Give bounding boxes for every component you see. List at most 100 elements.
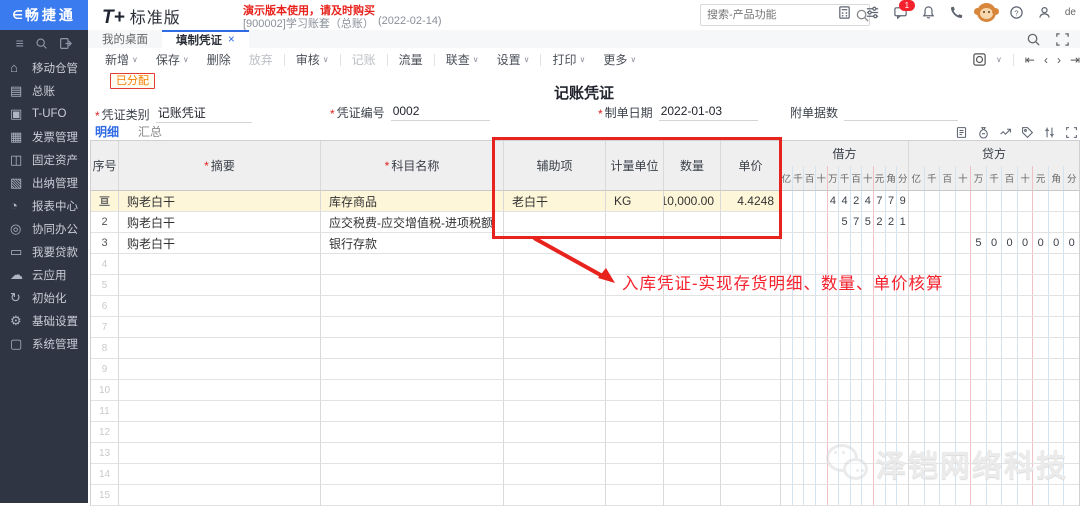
sidebar-item-t-ufo[interactable]: ▣ T-UFO xyxy=(0,102,88,125)
cell-unit[interactable] xyxy=(606,401,664,422)
fullscreen-icon[interactable] xyxy=(1055,32,1070,47)
cell-aux[interactable] xyxy=(504,233,606,254)
field-value[interactable] xyxy=(844,104,958,121)
sidebar-item-collaboration-office[interactable]: ◎ 协同办公 xyxy=(0,217,88,240)
cell-aux[interactable] xyxy=(504,401,606,422)
cell-unit[interactable] xyxy=(606,233,664,254)
tab-my-desktop[interactable]: 我的桌面 xyxy=(88,30,162,48)
cell-aux[interactable] xyxy=(504,212,606,233)
moneybag-icon[interactable] xyxy=(977,126,990,139)
toolbar-button-联查[interactable]: 联查∨ xyxy=(437,51,488,68)
cell-price[interactable] xyxy=(721,422,781,443)
cell-price[interactable] xyxy=(721,212,781,233)
cell-unit[interactable] xyxy=(606,443,664,464)
cell-price[interactable] xyxy=(721,317,781,338)
cell-price[interactable] xyxy=(721,233,781,254)
cell-qty[interactable] xyxy=(664,380,721,401)
sidebar-item-general-ledger[interactable]: ▤ 总账 xyxy=(0,79,88,102)
attachment-doc-icon[interactable] xyxy=(955,126,968,139)
cell-credit[interactable]: 5000000 xyxy=(909,233,1079,254)
sidebar-item-system-management[interactable]: ▢ 系统管理 xyxy=(0,332,88,355)
cell-price[interactable] xyxy=(721,338,781,359)
cell-account[interactable] xyxy=(321,338,504,359)
toolbar-button-删除[interactable]: 删除 xyxy=(198,51,240,68)
cell-price[interactable] xyxy=(721,296,781,317)
cell-summary[interactable] xyxy=(119,380,321,401)
cell-unit[interactable] xyxy=(606,317,664,338)
cell-qty[interactable] xyxy=(664,296,721,317)
toolbar-button-更多[interactable]: 更多∨ xyxy=(594,51,645,68)
cell-summary[interactable]: 购老白干 xyxy=(119,191,321,212)
cell-debit[interactable] xyxy=(781,338,909,359)
cell-unit[interactable] xyxy=(606,359,664,380)
cell-aux[interactable] xyxy=(504,254,606,275)
cell-price[interactable]: 4.4248 xyxy=(721,191,781,212)
cell-qty[interactable] xyxy=(664,233,721,254)
cell-unit[interactable] xyxy=(606,338,664,359)
sidebar-item-loan[interactable]: ▭ 我要贷款 xyxy=(0,240,88,263)
sidebar-item-cloud-app[interactable]: ☁ 云应用 xyxy=(0,263,88,286)
cell-account[interactable] xyxy=(321,380,504,401)
next-page-icon[interactable]: › xyxy=(1057,53,1061,67)
cell-account[interactable] xyxy=(321,443,504,464)
toolbar-button-审核[interactable]: 审核∨ xyxy=(287,51,338,68)
cell-account[interactable] xyxy=(321,422,504,443)
cell-account[interactable] xyxy=(321,464,504,485)
cell-credit[interactable] xyxy=(909,296,1079,317)
bell-icon[interactable] xyxy=(921,5,936,20)
app-logo[interactable]: ∈ 畅捷通 xyxy=(0,0,88,30)
table-row[interactable]: 9 xyxy=(91,359,1079,380)
search-input[interactable] xyxy=(701,9,855,21)
checklist-icon[interactable] xyxy=(865,5,880,20)
cell-account[interactable] xyxy=(321,254,504,275)
cell-account[interactable] xyxy=(321,275,504,296)
toolbar-button-设置[interactable]: 设置∨ xyxy=(488,51,539,68)
username-label[interactable]: de xyxy=(1065,7,1076,18)
tab-fill-voucher[interactable]: 填制凭证× xyxy=(162,30,249,48)
cell-qty[interactable]: 10,000.00 xyxy=(664,191,721,212)
sidebar-item-invoice-management[interactable]: ▦ 发票管理 xyxy=(0,125,88,148)
last-page-icon[interactable]: ⇥ xyxy=(1070,53,1080,67)
cell-summary[interactable] xyxy=(119,422,321,443)
message-icon[interactable]: 1 xyxy=(893,5,908,20)
cell-debit[interactable] xyxy=(781,401,909,422)
cell-debit[interactable] xyxy=(781,422,909,443)
page-search-icon[interactable] xyxy=(1026,32,1041,47)
cell-price[interactable] xyxy=(721,359,781,380)
cell-aux[interactable] xyxy=(504,317,606,338)
collapse-exit-icon[interactable] xyxy=(59,37,72,50)
stamp-caret-icon[interactable]: ∨ xyxy=(996,55,1002,64)
cell-qty[interactable] xyxy=(664,464,721,485)
cell-account[interactable]: 库存商品 xyxy=(321,191,504,212)
voucher-stamp-icon[interactable] xyxy=(972,52,987,67)
sidebar-item-mobile-warehouse[interactable]: ⌂ 移动仓管 xyxy=(0,56,88,79)
cell-aux[interactable] xyxy=(504,338,606,359)
cell-debit[interactable] xyxy=(781,233,909,254)
cell-qty[interactable] xyxy=(664,422,721,443)
calculator-icon[interactable] xyxy=(837,5,852,20)
cell-qty[interactable] xyxy=(664,338,721,359)
cell-summary[interactable] xyxy=(119,275,321,296)
cell-credit[interactable] xyxy=(909,359,1079,380)
cell-aux[interactable]: 老白干 xyxy=(504,191,606,212)
cell-summary[interactable] xyxy=(119,359,321,380)
cell-credit[interactable] xyxy=(909,443,1079,464)
cell-debit[interactable] xyxy=(781,359,909,380)
cell-debit[interactable]: 575221 xyxy=(781,212,909,233)
table-row[interactable]: 14 xyxy=(91,464,1079,485)
cell-summary[interactable]: 购老白干 xyxy=(119,212,321,233)
table-row[interactable]: 7 xyxy=(91,317,1079,338)
cell-summary[interactable] xyxy=(119,317,321,338)
cell-aux[interactable] xyxy=(504,359,606,380)
cell-summary[interactable] xyxy=(119,464,321,485)
expand-icon[interactable] xyxy=(1065,126,1078,139)
table-row[interactable]: 10 xyxy=(91,380,1079,401)
cell-unit[interactable] xyxy=(606,464,664,485)
cell-aux[interactable] xyxy=(504,422,606,443)
cell-credit[interactable] xyxy=(909,422,1079,443)
table-row[interactable]: 6 xyxy=(91,296,1079,317)
cell-debit[interactable] xyxy=(781,464,909,485)
cell-account[interactable] xyxy=(321,317,504,338)
toolbar-button-流量[interactable]: 流量 xyxy=(390,51,432,68)
sidebar-item-fixed-assets[interactable]: ◫ 固定资产 xyxy=(0,148,88,171)
